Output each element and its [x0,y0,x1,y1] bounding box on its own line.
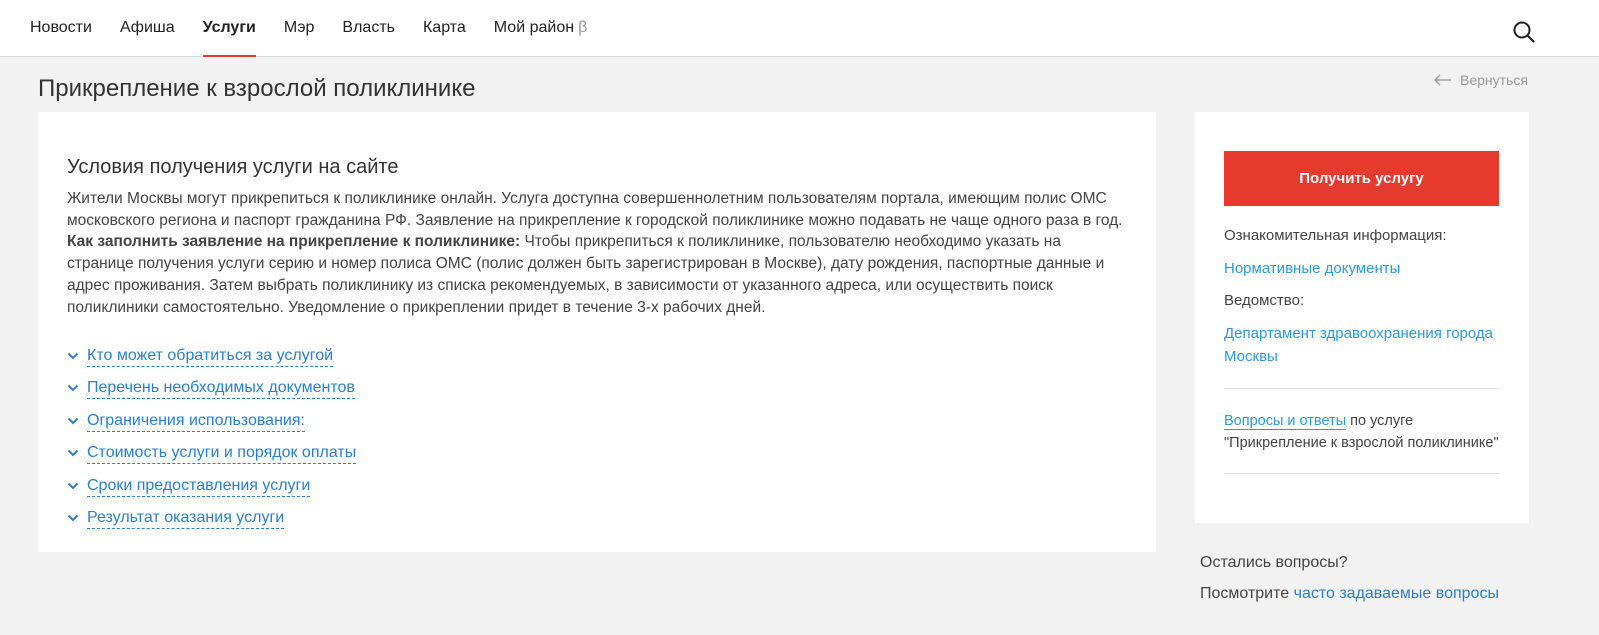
section-title: Условия получения услуги на сайте [67,156,399,178]
nav-item-map[interactable]: Карта [423,0,466,57]
department-label: Ведомство: [1224,292,1305,309]
top-navigation-bar: Новости Афиша Услуги Мэр Власть Карта Мо… [0,0,1599,57]
info-accordion: Кто может обратиться за услугой Перечень… [67,346,357,540]
howto-heading: Как заполнить заявление на прикрепление … [67,233,521,251]
conditions-paragraph: Жители Москвы могут прикрепиться к полик… [67,190,1123,229]
chevron-down-icon [67,352,79,360]
nav-item-my-district-label: Мой район [493,19,575,36]
page-title: Прикрепление к взрослой поликлинике [38,75,476,102]
department-link[interactable]: Департамент здравоохранения города Москв… [1224,322,1499,368]
accordion-label[interactable]: Кто может обратиться за услугой [87,346,334,367]
howto-paragraph: Как заполнить заявление на прикрепление … [67,231,1127,318]
chevron-down-icon [67,514,79,522]
nav-item-my-district[interactable]: Мой район β [494,0,587,57]
chevron-down-icon [67,417,79,425]
accordion-item-documents[interactable]: Перечень необходимых документов [67,378,356,410]
get-service-button[interactable]: Получить услугу [1224,151,1499,206]
service-conditions-card: Условия получения услуги на сайте Жители… [38,112,1156,552]
search-icon[interactable] [1512,20,1536,44]
nav-item-services[interactable]: Услуги [202,0,257,57]
chevron-down-icon [67,449,79,457]
help-line: Посмотрите часто задаваемые вопросы [1200,585,1499,603]
faq-suffix: по услуге [1346,413,1414,429]
accordion-label[interactable]: Результат оказания услуги [87,508,285,529]
nav-item-afisha[interactable]: Афиша [120,0,175,57]
accordion-item-who-can-apply[interactable]: Кто может обратиться за услугой [67,346,356,378]
normative-docs-link[interactable]: Нормативные документы [1224,257,1400,280]
divider [1224,388,1499,389]
faq-page-link[interactable]: часто задаваемые вопросы [1294,585,1499,602]
back-link-label: Вернуться [1460,72,1528,88]
back-link[interactable]: Вернуться [1434,72,1528,88]
service-sidebar: Получить услугу Ознакомительная информац… [1195,112,1529,523]
faq-block: Вопросы и ответы по услуге "Прикрепление… [1224,410,1504,454]
info-label: Ознакомительная информация: [1224,227,1447,244]
accordion-label[interactable]: Стоимость услуги и порядок оплаты [87,443,357,465]
accordion-item-terms[interactable]: Сроки предоставления услуги [67,476,356,508]
accordion-item-result[interactable]: Результат оказания услуги [67,508,356,540]
nav-item-news[interactable]: Новости [30,0,92,57]
accordion-item-restrictions[interactable]: Ограничения использования: [67,411,356,443]
accordion-label[interactable]: Ограничения использования: [87,411,305,432]
nav-item-mayor[interactable]: Мэр [284,0,315,57]
nav-item-authorities[interactable]: Власть [342,0,395,57]
beta-badge: β [578,19,588,36]
accordion-label[interactable]: Перечень необходимых документов [87,378,355,400]
chevron-down-icon [67,482,79,489]
help-prefix: Посмотрите [1200,585,1294,602]
faq-link[interactable]: Вопросы и ответы [1224,413,1347,430]
conditions-text: Жители Москвы могут прикрепиться к полик… [67,188,1127,318]
accordion-label[interactable]: Сроки предоставления услуги [87,476,311,497]
arrow-left-icon [1434,74,1451,86]
chevron-down-icon [67,385,79,392]
divider [1224,473,1499,474]
main-nav: Новости Афиша Услуги Мэр Власть Карта Мо… [30,0,615,57]
faq-service-name: "Прикрепление к взрослой поликлинике" [1224,435,1499,451]
help-question: Остались вопросы? [1200,554,1348,571]
accordion-item-cost[interactable]: Стоимость услуги и порядок оплаты [67,443,357,475]
